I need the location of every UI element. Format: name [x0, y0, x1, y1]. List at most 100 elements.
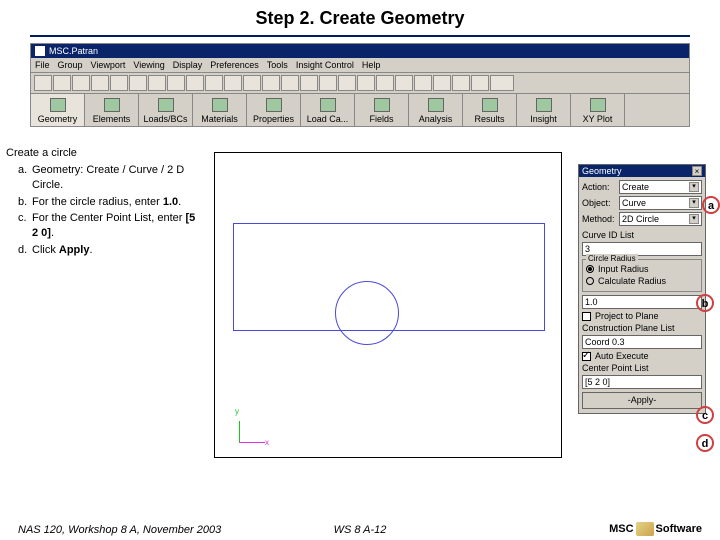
checkbox-label: Project to Plane	[595, 311, 659, 321]
toolbar-button[interactable]	[53, 75, 71, 91]
tab-label: Geometry	[38, 114, 78, 124]
toolbar-button[interactable]	[224, 75, 242, 91]
toolbar-button[interactable]	[338, 75, 356, 91]
toolbar-button[interactable]	[148, 75, 166, 91]
tab-loadcases[interactable]: Load Ca...	[301, 94, 355, 126]
checkbox-icon	[582, 352, 591, 361]
msc-logo: MSC Software	[609, 522, 702, 536]
menu-item[interactable]: Viewing	[133, 60, 164, 70]
menu-item[interactable]: Display	[173, 60, 203, 70]
toolbar-button[interactable]	[395, 75, 413, 91]
callout-a: a	[702, 196, 720, 214]
tab-icon	[158, 98, 174, 112]
callout-c: c	[696, 406, 714, 424]
toolbar-button[interactable]	[281, 75, 299, 91]
tab-xyplot[interactable]: XY Plot	[571, 94, 625, 126]
toolbar-button[interactable]	[91, 75, 109, 91]
select-value: Curve	[622, 198, 646, 208]
app-tabbar: Geometry Elements Loads/BCs Materials Pr…	[31, 94, 689, 126]
tab-icon	[320, 98, 336, 112]
toolbar-button[interactable]	[376, 75, 394, 91]
toolbar-button[interactable]	[471, 75, 489, 91]
radio-input-radius[interactable]: Input Radius	[586, 264, 698, 274]
object-select[interactable]: Curve▾	[619, 196, 702, 210]
tab-insight[interactable]: Insight	[517, 94, 571, 126]
tab-results[interactable]: Results	[463, 94, 517, 126]
tab-label: Load Ca...	[307, 114, 349, 124]
toolbar-button[interactable]	[300, 75, 318, 91]
tab-properties[interactable]: Properties	[247, 94, 301, 126]
menu-item[interactable]: Group	[58, 60, 83, 70]
page-title: Step 2. Create Geometry	[0, 0, 720, 35]
toolbar-button[interactable]	[205, 75, 223, 91]
menu-item[interactable]: Insight Control	[296, 60, 354, 70]
footer: NAS 120, Workshop 8 A, November 2003 WS …	[0, 522, 720, 536]
footer-left: NAS 120, Workshop 8 A, November 2003	[18, 524, 221, 536]
instructions-lead: Create a circle	[6, 146, 202, 161]
instruction-item: c.For the Center Point List, enter [5 2 …	[18, 211, 202, 241]
center-input[interactable]: [5 2 0]	[582, 375, 702, 389]
instruction-item: d.Click Apply.	[18, 243, 202, 258]
menu-item[interactable]: File	[35, 60, 50, 70]
tab-fields[interactable]: Fields	[355, 94, 409, 126]
toolbar-button[interactable]	[186, 75, 204, 91]
model-viewport[interactable]: y x	[214, 152, 562, 458]
tab-icon	[590, 98, 606, 112]
tab-elements[interactable]: Elements	[85, 94, 139, 126]
toolbar-button[interactable]	[319, 75, 337, 91]
apply-button[interactable]: -Apply-	[582, 392, 702, 409]
toolbar-button[interactable]	[167, 75, 185, 91]
panel-titlebar: Geometry ×	[579, 165, 705, 177]
chevron-down-icon: ▾	[689, 182, 699, 192]
toolbar-button[interactable]	[262, 75, 280, 91]
action-select[interactable]: Create▾	[619, 180, 702, 194]
instruction-text: Geometry: Create / Curve / 2 D Circle.	[32, 164, 184, 191]
toolbar-button[interactable]	[129, 75, 147, 91]
toolbar-button[interactable]	[243, 75, 261, 91]
tab-materials[interactable]: Materials	[193, 94, 247, 126]
toolbar-button[interactable]	[72, 75, 90, 91]
tab-loadsbcs[interactable]: Loads/BCs	[139, 94, 193, 126]
menu-item[interactable]: Tools	[267, 60, 288, 70]
plane-input[interactable]: Coord 0.3	[582, 335, 702, 349]
app-window-title: MSC.Patran	[49, 46, 98, 56]
tab-label: Loads/BCs	[143, 114, 187, 124]
toolbar-button[interactable]	[110, 75, 128, 91]
tab-icon	[212, 98, 228, 112]
auto-execute-checkbox[interactable]: Auto Execute	[582, 351, 702, 361]
instruction-text: Click Apply.	[32, 244, 93, 256]
radius-group: Circle Radius Input Radius Calculate Rad…	[582, 259, 702, 292]
project-to-plane-checkbox[interactable]: Project to Plane	[582, 311, 702, 321]
toolbar-button[interactable]	[357, 75, 375, 91]
radio-icon	[586, 277, 594, 285]
radio-calc-radius[interactable]: Calculate Radius	[586, 276, 698, 286]
tab-label: Elements	[93, 114, 131, 124]
object-label: Object:	[582, 198, 616, 208]
method-select[interactable]: 2D Circle▾	[619, 212, 702, 226]
tab-icon	[50, 98, 66, 112]
menu-item[interactable]: Viewport	[91, 60, 126, 70]
toolbar-button[interactable]	[490, 75, 514, 91]
menu-item[interactable]: Preferences	[210, 60, 259, 70]
radius-input[interactable]: 1.0	[582, 295, 702, 309]
toolbar-button[interactable]	[414, 75, 432, 91]
instruction-letter: b.	[18, 195, 27, 210]
menu-item[interactable]: Help	[362, 60, 381, 70]
checkbox-label: Auto Execute	[595, 351, 649, 361]
instruction-item: a.Geometry: Create / Curve / 2 D Circle.	[18, 163, 202, 193]
tab-analysis[interactable]: Analysis	[409, 94, 463, 126]
tab-geometry[interactable]: Geometry	[31, 94, 85, 126]
x-axis-line	[239, 442, 265, 443]
tab-label: Insight	[530, 114, 557, 124]
instruction-text: For the circle radius, enter 1.0.	[32, 196, 181, 208]
tab-label: Properties	[253, 114, 294, 124]
close-icon[interactable]: ×	[692, 166, 702, 176]
toolbar-button[interactable]	[34, 75, 52, 91]
tab-label: XY Plot	[583, 114, 613, 124]
toolbar-button[interactable]	[433, 75, 451, 91]
circle-shape	[335, 281, 399, 345]
toolbar-button[interactable]	[452, 75, 470, 91]
app-icon	[35, 46, 45, 56]
tab-icon	[482, 98, 498, 112]
tab-icon	[104, 98, 120, 112]
